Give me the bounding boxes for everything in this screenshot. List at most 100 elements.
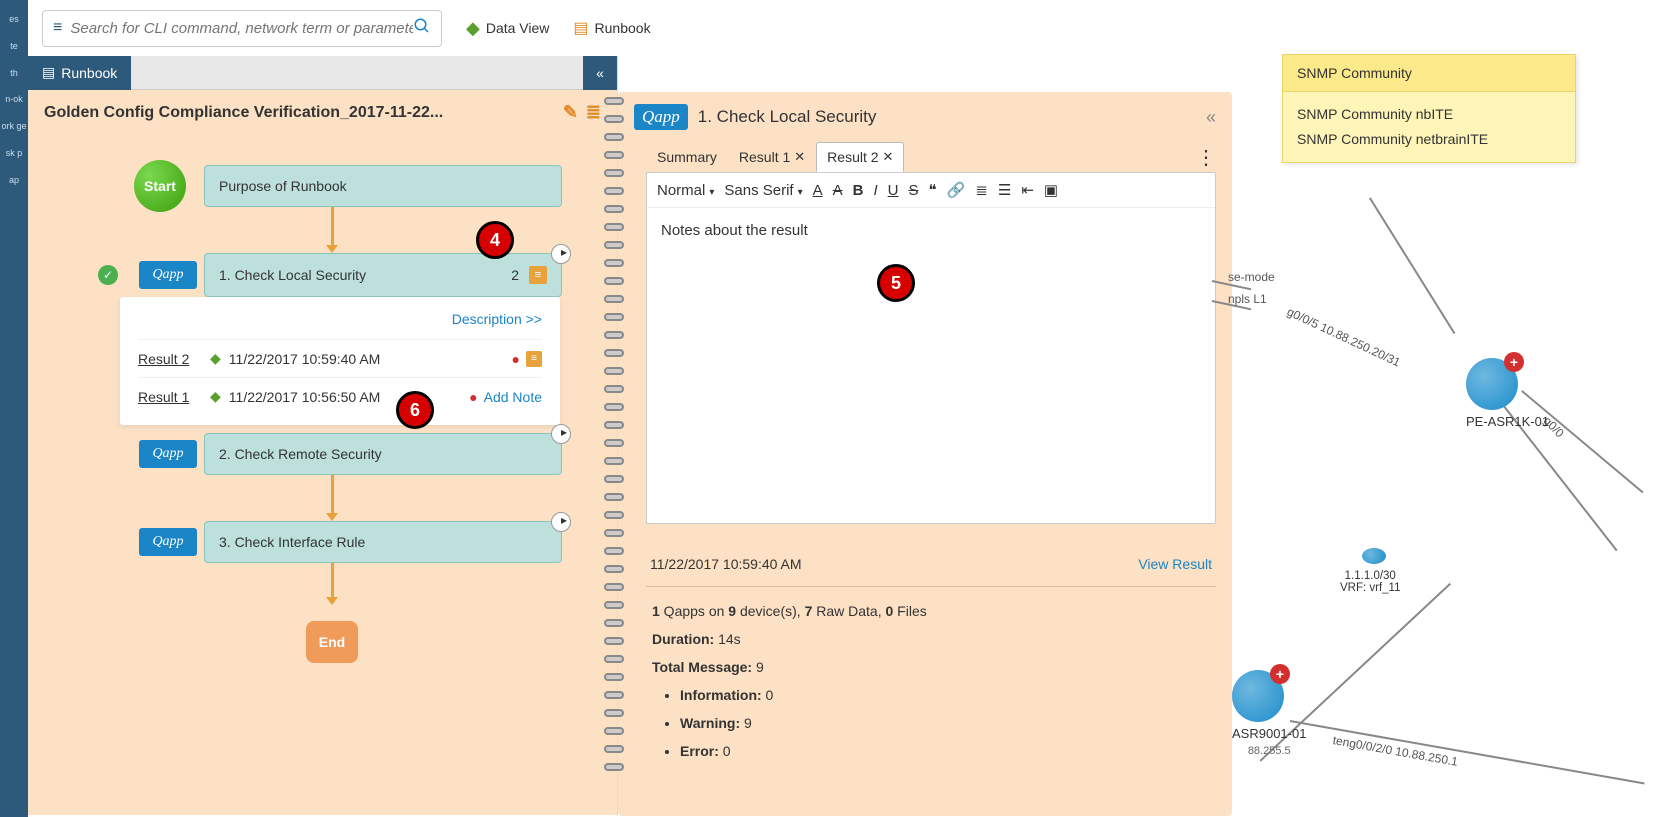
sticky-note[interactable]: SNMP Community SNMP Community nbITE SNMP… [1282,54,1576,163]
panel-tab[interactable]: ▤ Runbook [28,56,131,90]
search-icon[interactable] [413,17,431,40]
chevron-left-icon: « [596,65,604,81]
summary-error: Error: 0 [680,737,1210,765]
list-icon[interactable]: ≣ [586,102,601,123]
ordered-list-icon[interactable]: ≣ [975,181,988,199]
end-label: End [319,634,345,650]
check-icon: ✓ [98,265,118,285]
result-link[interactable]: Result 2 [138,351,210,367]
stack-icon: ◆ [210,350,221,367]
result-summary: 11/22/2017 10:59:40 AM View Result 1 Qap… [646,538,1216,787]
panel-tab-label: Runbook [61,65,117,81]
qapp-badge: Qapp [634,104,688,130]
notes-panel: Qapp 1. Check Local Security « Summary R… [618,92,1232,816]
more-icon[interactable]: ⋮ [1196,145,1216,170]
step-detail-card: Description >> Result 2 ◆ 11/22/2017 10:… [120,297,560,425]
paragraph-style-select[interactable]: Normal [657,182,714,199]
network-map[interactable]: SNMP Community SNMP Community nbITE SNMP… [1232,0,1679,817]
collapse-button[interactable]: « [583,56,617,90]
purpose-label: Purpose of Runbook [219,178,347,194]
result-row: Result 2 ◆ 11/22/2017 10:59:40 AM ● ≡ [138,339,542,377]
arrow-down-icon [326,513,338,521]
nav-item[interactable]: sk p [6,148,23,159]
edit-icon[interactable]: ✎ [563,102,578,123]
image-icon[interactable]: ▣ [1044,181,1058,199]
italic-icon[interactable]: I [873,182,877,199]
top-links: ◆ Data View ▤ Runbook [466,18,651,39]
summary-info: Information: 0 [680,681,1210,709]
data-view-link[interactable]: ◆ Data View [466,18,549,39]
editor-content[interactable]: Notes about the result [647,208,1215,253]
description-link[interactable]: Description >> [138,307,542,339]
text-color-icon[interactable]: A [813,182,823,199]
runbook-panel: ▤ Runbook « Golden Config Compliance Ver… [28,56,618,816]
tab-summary[interactable]: Summary [646,142,728,172]
callout-4: 4 [476,221,514,259]
router-asr9001[interactable]: + ASR9001-01 88.255.5 [1232,670,1306,757]
result-timestamp: 11/22/2017 10:56:50 AM [229,389,469,405]
result-link[interactable]: Result 1 [138,389,210,405]
arrow-down-icon [326,245,338,253]
nav-item[interactable]: th [10,68,18,79]
chevron-left-icon[interactable]: « [1206,107,1216,128]
nav-item[interactable]: ork ge [1,121,26,132]
step-label: 3. Check Interface Rule [219,534,365,550]
callout-5: 5 [877,264,915,302]
step-check-interface-rule[interactable]: Qapp 3. Check Interface Rule [204,521,562,563]
network-label: 1.1.1.0/30VRF: vrf_11 [1340,570,1401,594]
tab-result-2[interactable]: Result 2✕ [816,142,904,172]
start-node[interactable]: Start [134,160,186,212]
device-label: PE-ASR1K-01 [1466,414,1549,429]
strikethrough-icon[interactable]: S [909,182,919,199]
nav-item[interactable]: n-ok [5,94,23,105]
runbook-link[interactable]: ▤ Runbook [573,18,650,38]
underline-icon[interactable]: U [888,182,899,199]
alert-badge-icon: + [1504,352,1524,372]
map-link [1369,197,1455,333]
add-note-link[interactable]: Add Note [484,389,542,405]
font-family-select[interactable]: Sans Serif [724,182,802,199]
note-icon[interactable]: ≡ [529,266,547,284]
left-nav: es te th n-ok ork ge sk p ap [0,0,28,817]
outdent-icon[interactable]: ⇤ [1021,181,1034,199]
close-icon[interactable]: ✕ [794,149,805,165]
tab-result-1[interactable]: Result 1✕ [728,142,816,172]
step-check-remote-security[interactable]: Qapp 2. Check Remote Security [204,433,562,475]
note-icon[interactable]: ≡ [526,351,542,367]
quote-icon[interactable]: ❝ [929,181,937,199]
link-icon[interactable]: 🔗 [947,181,966,199]
nav-item[interactable]: es [9,14,19,25]
router-pe-asr1k[interactable]: + PE-ASR1K-01 [1466,358,1549,429]
view-result-link[interactable]: View Result [1138,556,1212,572]
close-icon[interactable]: ✕ [883,149,894,165]
tab-label: Result 1 [739,149,790,165]
search-input[interactable] [70,20,413,37]
notes-header: Qapp 1. Check Local Security « [618,92,1232,142]
bold-icon[interactable]: B [853,182,864,199]
nav-item[interactable]: te [10,41,18,52]
end-node[interactable]: End [306,621,358,663]
highlight-icon[interactable]: A [833,182,843,199]
map-mid-device[interactable] [1362,548,1386,564]
link-label: se-mode [1228,270,1275,284]
bullet-list-icon[interactable]: ☰ [998,181,1011,199]
nav-item[interactable]: ap [9,175,19,186]
data-view-label: Data View [486,20,550,36]
hamburger-icon[interactable]: ≡ [53,19,62,37]
summary-warning: Warning: 9 [680,709,1210,737]
purpose-step[interactable]: Purpose of Runbook [204,165,562,207]
connector [331,475,334,513]
result-timestamp: 11/22/2017 10:59:40 AM [229,351,512,367]
step-check-local-security[interactable]: Qapp 1. Check Local Security 2 ≡ [204,253,562,297]
qapp-badge: Qapp [139,528,197,556]
alert-badge-icon: + [1270,664,1290,684]
panel-tab-bar: ▤ Runbook « [28,56,617,90]
notes-title: 1. Check Local Security [698,107,877,127]
search-box[interactable]: ≡ [42,10,442,47]
alert-icon: ● [469,389,477,405]
start-label: Start [144,178,176,194]
runbook-body: Start Purpose of Runbook ✓ Qapp 1. Check… [28,135,617,815]
list-icon: ▤ [573,18,588,38]
summary-total: Total Message: 9 [652,653,1210,681]
summary-duration: Duration: 14s [652,625,1210,653]
